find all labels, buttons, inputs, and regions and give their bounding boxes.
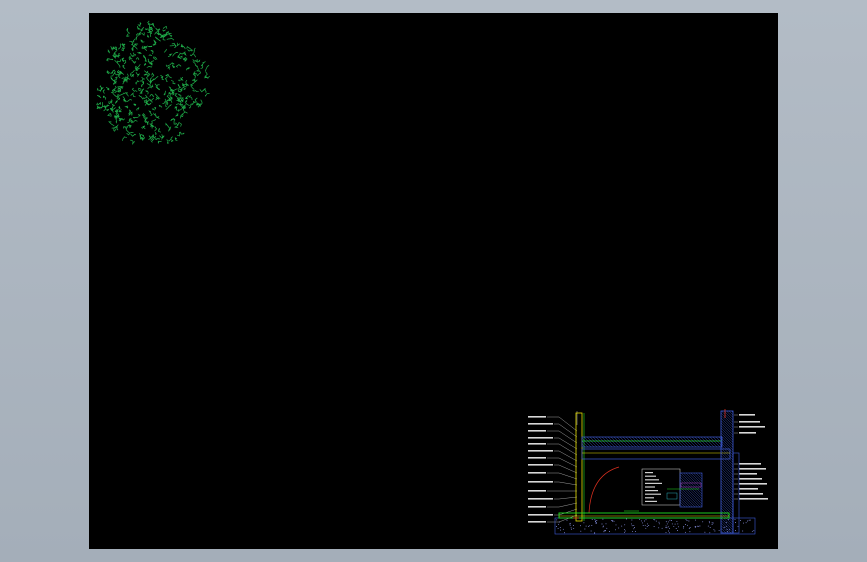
curved-drain-line xyxy=(588,466,620,514)
cad-model-viewport[interactable] xyxy=(89,13,778,549)
floor-slab xyxy=(558,512,730,519)
cad-drawing-canvas[interactable] xyxy=(89,13,778,549)
tree-outline-icon xyxy=(96,20,210,146)
right-outer-wall xyxy=(732,452,740,534)
detail-hatch-pattern xyxy=(679,472,703,508)
column-hatch xyxy=(720,410,734,534)
ceiling-beam xyxy=(581,448,731,460)
foundation-hatch xyxy=(554,517,756,535)
left-annotation-leaders xyxy=(528,411,578,523)
foundation-gravel xyxy=(556,518,755,534)
slab-hatch xyxy=(581,436,723,448)
wall-section-detail-icon xyxy=(528,409,768,535)
